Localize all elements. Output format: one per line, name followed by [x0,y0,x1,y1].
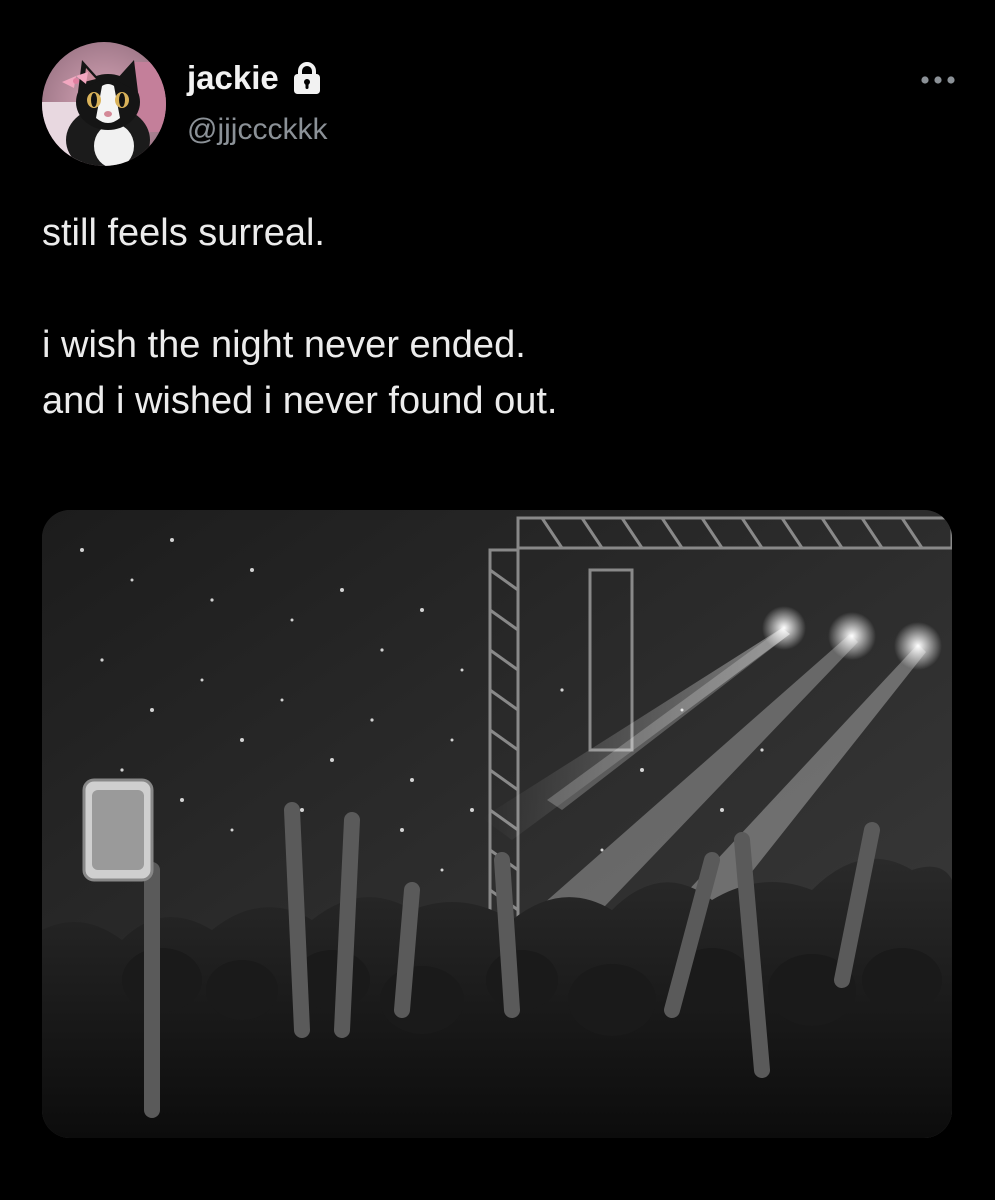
tweet-line: and i wished i never found out. [42,380,558,422]
display-name[interactable]: jackie [187,58,279,98]
user-handle[interactable]: @jjjccckkk [187,112,327,148]
tweet-line: i wish the night never ended. [42,324,526,366]
author-name-row: jackie [187,58,323,98]
tweet-text: still feels surreal. i wish the night ne… [42,205,942,429]
tweet-card: jackie @jjjccckkk still feels surreal. i… [0,0,995,1200]
tweet-line: still feels surreal. [42,212,325,254]
more-horizontal-icon [921,76,955,84]
concert-photo-icon [42,510,952,1138]
more-options-button[interactable] [914,66,962,94]
cat-avatar-icon [42,42,166,166]
avatar[interactable] [42,42,166,166]
lock-icon [291,61,323,95]
tweet-photo[interactable] [42,510,952,1138]
